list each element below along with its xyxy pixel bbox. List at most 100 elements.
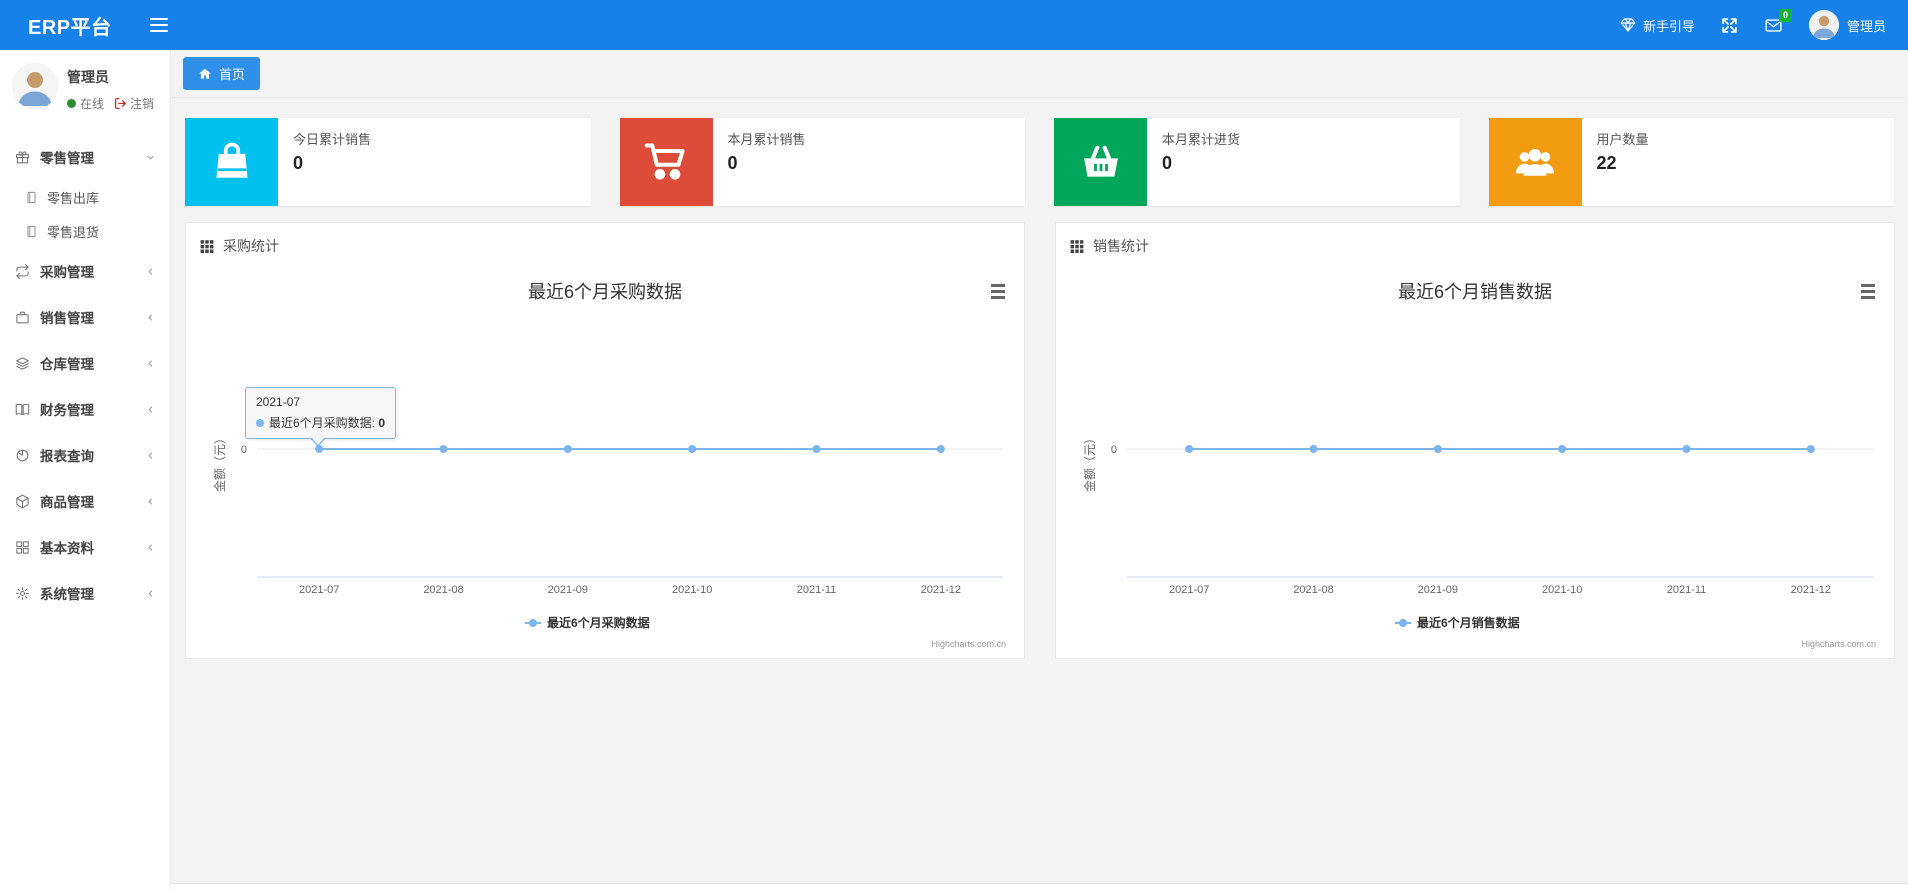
purchase-chart[interactable]: 最近6个月采购数据 金额（元） 0 2021-07 2021-08 2021-09 2021…: [194, 266, 1016, 658]
sidebar-nav: 零售管理 零售出库 零售退货 采购管理 销售管理 仓库管理 财务管理 报表查询 …: [0, 134, 170, 616]
footer-strip: [171, 883, 1908, 889]
series-dot-icon: [256, 418, 264, 427]
data-point[interactable]: [1682, 445, 1691, 453]
data-point[interactable]: [1806, 445, 1815, 453]
sidebar-profile: 管理员 在线 注销: [0, 50, 170, 124]
mail-badge: 0: [1778, 8, 1792, 22]
sign-out-icon: [114, 97, 127, 110]
x-tick-label: 2021-12: [1791, 584, 1831, 596]
sidebar-item-finance[interactable]: 财务管理: [0, 386, 170, 432]
shopping-bag-icon: [185, 118, 278, 206]
sidebar-item-system[interactable]: 系统管理: [0, 570, 170, 616]
sidebar-item-warehouse[interactable]: 仓库管理: [0, 340, 170, 386]
fullscreen-button[interactable]: [1721, 17, 1738, 34]
user-name: 管理员: [1846, 18, 1886, 34]
book-icon: [27, 191, 36, 203]
tab-home[interactable]: 首页: [183, 57, 261, 90]
chart-svg[interactable]: 最近6个月采购数据金额（元） 02021-07 2021-08 2021-09 2021…: [194, 266, 1016, 658]
repeat-icon: [16, 263, 29, 279]
legend-label[interactable]: 最近6个月销售数据: [1417, 615, 1520, 630]
th-grid-icon: [1070, 240, 1084, 253]
highcharts-credits[interactable]: Highcharts.com.cn: [931, 639, 1006, 649]
online-status-icon: [67, 99, 76, 108]
panel-title: 采购统计: [223, 238, 279, 254]
data-point[interactable]: [1309, 445, 1318, 453]
x-tick-label: 2021-12: [921, 584, 961, 596]
chart-export-menu-button[interactable]: [1856, 280, 1880, 302]
stat-card-today-sales: 今日累计销售 0: [185, 118, 591, 206]
chart-export-menu-button[interactable]: [986, 280, 1010, 302]
legend-label[interactable]: 最近6个月采购数据: [547, 615, 650, 630]
users-icon: [1488, 118, 1582, 206]
data-point[interactable]: [936, 445, 945, 453]
x-tick-label: 2021-09: [1418, 584, 1458, 596]
x-tick-label: 2021-10: [672, 584, 712, 596]
legend-marker: [1399, 619, 1407, 627]
chevron-left-icon: [145, 404, 156, 415]
stat-card-month-sales: 本月累计销售 0: [619, 118, 1025, 206]
stat-value: 22: [1596, 153, 1617, 173]
sidebar-toggle-icon[interactable]: [149, 17, 168, 33]
tab-bar: 首页: [171, 50, 1908, 98]
avatar: [1808, 10, 1839, 40]
stat-card-month-purchase: 本月累计进货 0: [1054, 118, 1460, 206]
sidebar-item-sales[interactable]: 销售管理: [0, 294, 170, 340]
stat-card-user-count: 用户数量 22: [1488, 118, 1894, 206]
x-tick-label: 2021-08: [1293, 584, 1333, 596]
stat-value: 0: [293, 153, 304, 173]
th-grid-icon: [200, 240, 214, 253]
sidebar-item-reports[interactable]: 报表查询: [0, 432, 170, 478]
data-point[interactable]: [1433, 445, 1442, 453]
legend-marker: [529, 619, 537, 627]
chevron-left-icon: [145, 588, 156, 599]
stat-cards: 今日累计销售 0 本月累计销售 0 本月累计进货 0 用户数量 22: [185, 118, 1894, 206]
chevron-down-icon: [145, 152, 156, 163]
sidebar-item-retail-return[interactable]: 零售退货: [0, 214, 170, 248]
box-icon: [16, 494, 29, 508]
gift-icon: [16, 150, 29, 163]
user-menu[interactable]: 管理员: [1808, 10, 1886, 40]
briefcase-icon: [16, 311, 29, 323]
sidebar-item-purchase[interactable]: 采购管理: [0, 248, 170, 294]
panel-title: 销售统计: [1093, 238, 1149, 254]
mail-button[interactable]: 0: [1764, 8, 1792, 34]
panel-header: 销售统计: [1056, 223, 1894, 266]
x-tick-label: 2021-07: [299, 584, 339, 596]
gear-icon: [16, 586, 29, 600]
main-content: 首页 今日累计销售 0 本月累计销售 0 本月累计进货 0 用户数量 22 采购…: [171, 50, 1908, 889]
app-brand: ERP平台: [28, 16, 112, 39]
tooltip-header: 2021-07: [256, 395, 301, 409]
sales-chart[interactable]: 最近6个月销售数据 金额（元） 0 2021-07 2021-08 2021-09 2021…: [1064, 266, 1886, 658]
y-axis-title: 金额（元）: [1082, 432, 1097, 492]
fullscreen-icon: [1721, 17, 1738, 34]
x-tick-label: 2021-08: [423, 584, 463, 596]
sidebar: 管理员 在线 注销 零售管理 零售出库 零售退货 采购管理 销售管理 仓库管理 …: [0, 50, 171, 889]
basket-icon: [1054, 118, 1147, 206]
guide-link[interactable]: 新手引导: [1620, 16, 1695, 35]
avatar: [12, 63, 58, 109]
stat-value: 0: [1162, 153, 1173, 173]
chart-title: 最近6个月采购数据: [528, 282, 682, 302]
top-navbar: ERP平台 新手引导 0 管理员: [0, 0, 1908, 50]
data-point[interactable]: [688, 445, 697, 453]
sidebar-item-retail-outbound[interactable]: 零售出库: [0, 180, 170, 214]
data-point[interactable]: [1558, 445, 1567, 453]
chevron-left-icon: [145, 266, 156, 277]
book-open-icon: [15, 403, 30, 415]
data-point[interactable]: [812, 445, 821, 453]
panel-header: 采购统计: [186, 223, 1024, 266]
highcharts-credits[interactable]: Highcharts.com.cn: [1801, 639, 1876, 649]
sidebar-item-basic-data[interactable]: 基本资料: [0, 524, 170, 570]
profile-name: 管理员: [67, 69, 109, 85]
data-point[interactable]: [563, 445, 572, 453]
sidebar-item-retail[interactable]: 零售管理: [0, 134, 170, 180]
chart-svg[interactable]: 最近6个月销售数据金额（元） 02021-07 2021-08 2021-09 2021…: [1064, 266, 1886, 658]
data-point[interactable]: [439, 445, 448, 453]
sidebar-item-goods[interactable]: 商品管理: [0, 478, 170, 524]
chart-title: 最近6个月销售数据: [1398, 282, 1552, 302]
x-tick-label: 2021-09: [548, 584, 588, 596]
data-point[interactable]: [1185, 445, 1194, 453]
logout-link[interactable]: 注销: [114, 95, 154, 112]
chevron-left-icon: [145, 450, 156, 461]
y-tick-label: 0: [1111, 444, 1117, 456]
